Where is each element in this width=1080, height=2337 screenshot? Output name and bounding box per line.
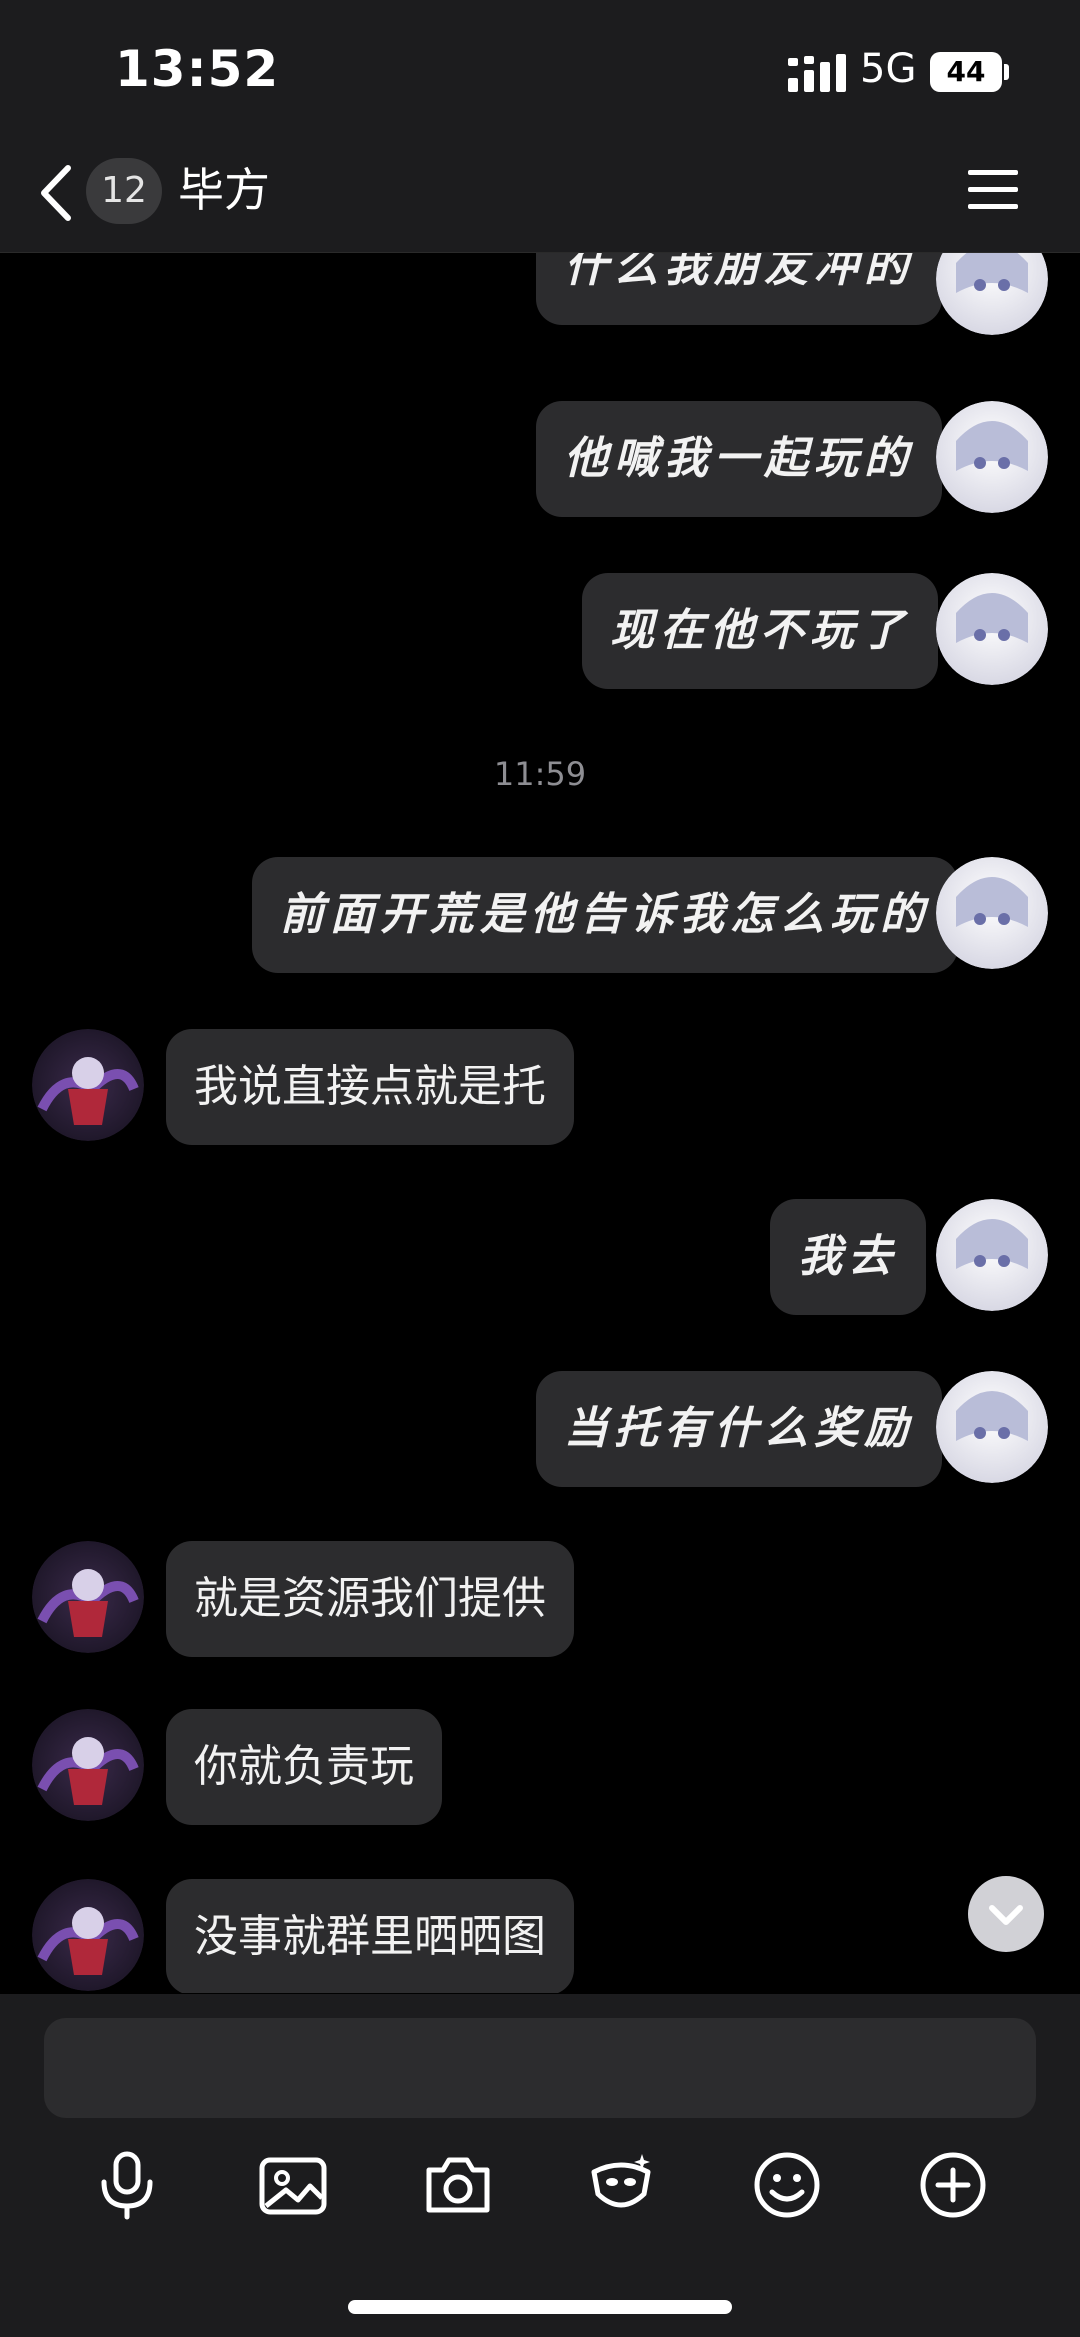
message-bubble-outgoing[interactable]: 前面开荒是他告诉我怎么玩的 bbox=[252, 857, 958, 973]
battery-icon: 44 bbox=[930, 52, 1002, 92]
nav-bar bbox=[0, 140, 1080, 253]
message-bubble-outgoing[interactable]: 我去 bbox=[770, 1199, 926, 1315]
sticker-icon[interactable] bbox=[586, 2150, 656, 2220]
chat-title[interactable]: 毕方 bbox=[178, 160, 270, 220]
message-input[interactable] bbox=[44, 2018, 1036, 2118]
my-avatar[interactable] bbox=[936, 1199, 1048, 1311]
contact-avatar[interactable] bbox=[32, 1709, 144, 1821]
emoji-icon[interactable] bbox=[752, 2150, 822, 2220]
message-bubble-outgoing[interactable]: 什么我朋友冲的 bbox=[536, 253, 942, 325]
message-bubble-incoming[interactable]: 我说直接点就是托 bbox=[166, 1029, 574, 1145]
my-avatar[interactable] bbox=[936, 573, 1048, 685]
chevron-down-icon bbox=[989, 1905, 1023, 1925]
message-bubble-outgoing[interactable]: 他喊我一起玩的 bbox=[536, 401, 942, 517]
message-bubble-outgoing[interactable]: 当托有什么奖励 bbox=[536, 1371, 942, 1487]
contact-avatar[interactable] bbox=[32, 1541, 144, 1653]
network-type: 5G bbox=[860, 46, 917, 92]
signal-icon bbox=[788, 54, 846, 92]
menu-icon[interactable] bbox=[968, 168, 1018, 212]
message-bubble-incoming[interactable]: 你就负责玩 bbox=[166, 1709, 442, 1825]
camera-icon[interactable] bbox=[423, 2150, 493, 2220]
plus-icon[interactable] bbox=[918, 2150, 988, 2220]
microphone-icon[interactable] bbox=[92, 2150, 162, 2220]
home-indicator[interactable] bbox=[348, 2300, 732, 2314]
message-timestamp: 11:59 bbox=[493, 755, 587, 793]
my-avatar[interactable] bbox=[936, 1371, 1048, 1483]
back-icon[interactable] bbox=[38, 162, 74, 224]
image-icon[interactable] bbox=[258, 2150, 328, 2220]
battery-tip bbox=[1004, 64, 1009, 80]
my-avatar[interactable] bbox=[936, 401, 1048, 513]
contact-avatar[interactable] bbox=[32, 1879, 144, 1991]
message-bubble-incoming[interactable]: 没事就群里晒晒图 bbox=[166, 1879, 574, 1993]
message-bubble-incoming[interactable]: 就是资源我们提供 bbox=[166, 1541, 574, 1657]
message-bubble-outgoing[interactable]: 现在他不玩了 bbox=[582, 573, 938, 689]
my-avatar[interactable] bbox=[936, 253, 1048, 335]
my-avatar[interactable] bbox=[936, 857, 1048, 969]
status-bar: 13:52 5G 44 bbox=[0, 0, 1080, 140]
scroll-to-bottom-button[interactable] bbox=[968, 1876, 1044, 1952]
contact-avatar[interactable] bbox=[32, 1029, 144, 1141]
status-time: 13:52 bbox=[115, 40, 280, 98]
chat-messages[interactable]: 什么我朋友冲的 他喊我一起玩的 现在他不玩了 11:59 前面开荒是他告诉我怎么… bbox=[0, 253, 1080, 1993]
unread-badge[interactable]: 12 bbox=[86, 158, 162, 224]
